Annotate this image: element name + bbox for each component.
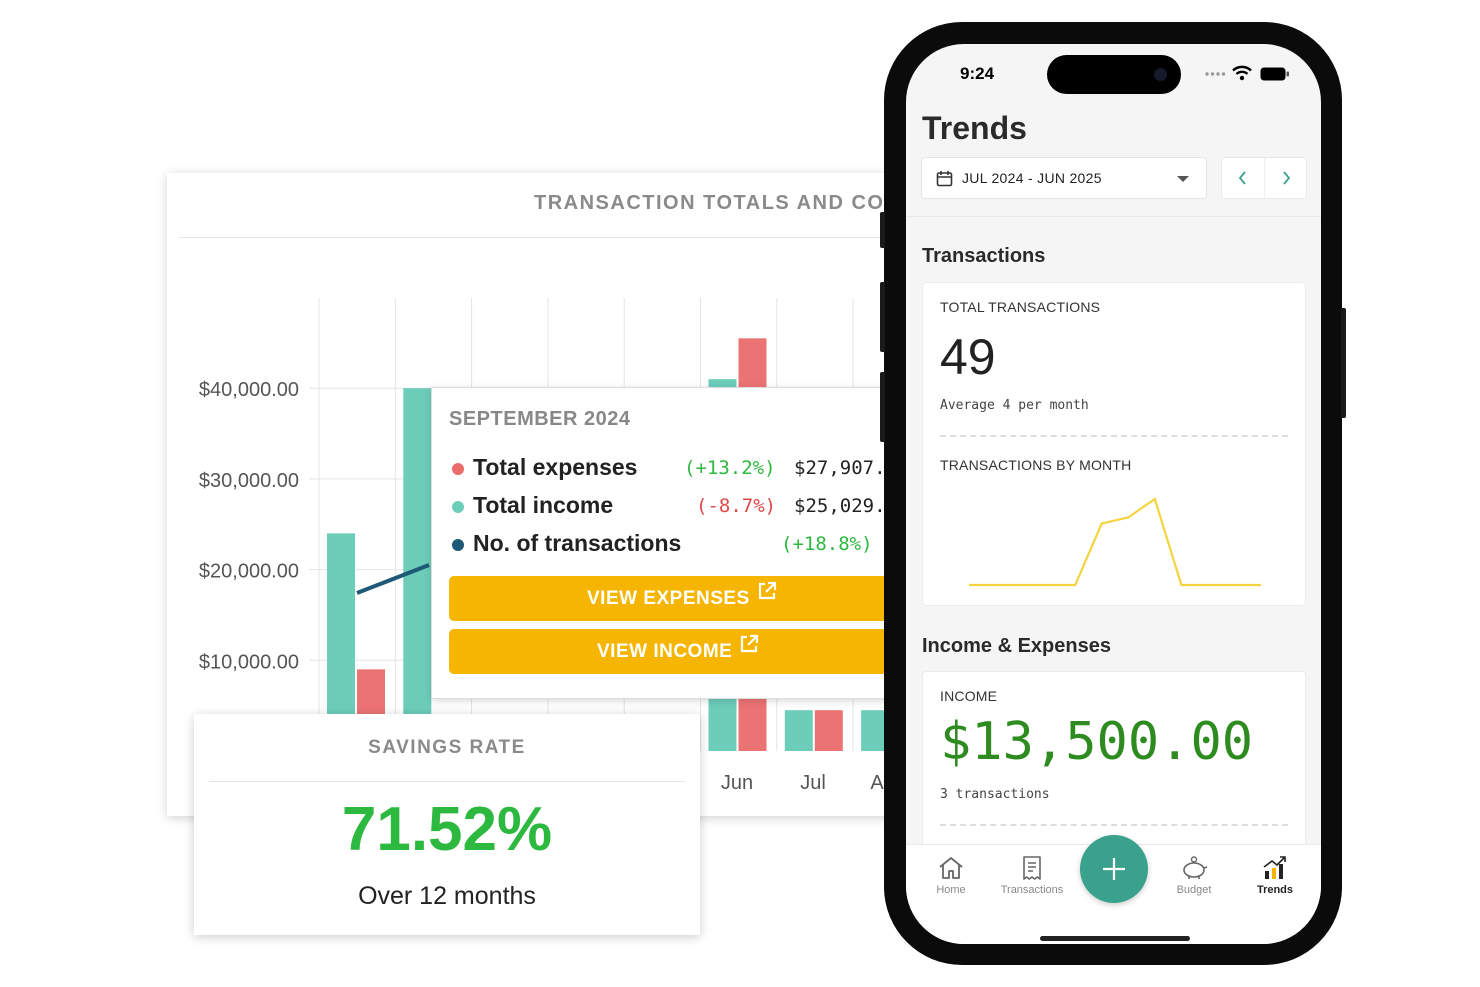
phone-screen: 9:24 Trends JUL 2024 - JUN 2025 Transact… xyxy=(906,44,1321,944)
tooltip-change: (-8.7%) xyxy=(696,495,777,517)
trends-icon xyxy=(1263,856,1286,879)
view-expenses-label: VIEW EXPENSES xyxy=(587,588,750,609)
tab-label: Trends xyxy=(1256,884,1294,896)
cellular-signal-icon xyxy=(1205,72,1226,76)
savings-divider xyxy=(209,781,685,782)
phone-volume-down xyxy=(880,372,885,442)
tooltip-value: $25,029. xyxy=(794,495,886,517)
tab-label: Home xyxy=(936,884,966,896)
header-divider xyxy=(906,216,1321,217)
tooltip-row-transactions: No. of transactions (+18.8%) xyxy=(449,530,908,560)
external-link-icon xyxy=(756,574,778,619)
home-icon xyxy=(939,857,963,879)
savings-rate-subtitle: Over 12 months xyxy=(358,882,536,910)
transactions-card: TOTAL TRANSACTIONS 49 Average 4 per mont… xyxy=(922,282,1306,606)
average-per-month: Average 4 per month xyxy=(940,398,1089,413)
tooltip-label: Total expenses xyxy=(473,454,638,480)
income-label: INCOME xyxy=(940,688,998,704)
tooltip-label: No. of transactions xyxy=(473,530,682,556)
chart-bar xyxy=(784,710,813,751)
period-navigation xyxy=(1221,157,1307,199)
total-transactions-label: TOTAL TRANSACTIONS xyxy=(940,299,1101,315)
chart-title: TRANSACTION TOTALS AND CO xyxy=(534,192,885,214)
tooltip-label: Total income xyxy=(473,492,614,518)
chart-title-divider xyxy=(179,237,907,238)
savings-rate-title: SAVINGS RATE xyxy=(368,737,526,758)
transactions-by-month-label: TRANSACTIONS BY MONTH xyxy=(940,457,1132,473)
tab-transactions[interactable]: Transactions xyxy=(992,855,1072,896)
phone-volume-up xyxy=(880,282,885,352)
tooltip-value: $27,907. xyxy=(794,457,886,479)
y-tick-label: $10,000.00 xyxy=(199,651,299,673)
savings-rate-value: 71.52% xyxy=(341,795,553,864)
previous-period-button[interactable] xyxy=(1222,158,1265,198)
transactions-legend-dot xyxy=(452,539,464,551)
y-tick-label: $30,000.00 xyxy=(199,470,299,492)
page-title: Trends xyxy=(922,110,1027,146)
tooltip-row-expenses: Total expenses (+13.2%) $27,907. xyxy=(449,454,908,484)
wifi-icon xyxy=(1232,65,1252,81)
camera-icon xyxy=(1154,68,1167,81)
expenses-legend-dot xyxy=(452,463,464,475)
external-link-icon xyxy=(738,627,760,672)
chevron-left-icon xyxy=(1238,171,1246,185)
add-transaction-button[interactable] xyxy=(1080,835,1148,903)
plus-icon xyxy=(1103,858,1125,880)
tooltip-change: (+18.8%) xyxy=(781,533,873,555)
tab-trends[interactable]: Trends xyxy=(1235,855,1315,896)
chevron-right-icon xyxy=(1283,171,1291,185)
chevron-down-icon xyxy=(1177,176,1189,182)
view-income-button[interactable]: VIEW INCOME xyxy=(449,627,908,674)
view-expenses-button[interactable]: VIEW EXPENSES xyxy=(449,574,908,621)
next-period-button[interactable] xyxy=(1265,158,1307,198)
x-tick-label: A xyxy=(870,772,884,794)
chart-tooltip: SEPTEMBER 2024 Total expenses (+13.2%) $… xyxy=(431,387,909,699)
dynamic-island xyxy=(1047,55,1181,94)
tab-home[interactable]: Home xyxy=(911,855,991,896)
y-tick-label: $20,000.00 xyxy=(199,561,299,583)
income-expenses-section-title: Income & Expenses xyxy=(922,635,1111,657)
chart-bar xyxy=(814,710,843,751)
view-income-label: VIEW INCOME xyxy=(597,641,733,662)
tab-bar: Home Transactions Budget Trends xyxy=(906,835,1321,944)
total-transactions-value: 49 xyxy=(940,329,996,385)
date-range-value: JUL 2024 - JUN 2025 xyxy=(962,170,1102,186)
status-time: 9:24 xyxy=(960,64,995,83)
phone-action-button xyxy=(880,212,885,248)
x-tick-label: Jul xyxy=(800,772,826,794)
tooltip-title: SEPTEMBER 2024 xyxy=(449,408,631,430)
tab-label: Transactions xyxy=(1000,884,1064,896)
dashed-divider xyxy=(940,435,1288,437)
tooltip-change: (+13.2%) xyxy=(684,457,776,479)
y-tick-label: $40,000.00 xyxy=(199,379,299,401)
transactions-by-month-sparkline xyxy=(969,497,1261,587)
income-transaction-count: 3 transactions xyxy=(940,787,1050,802)
piggy-bank-icon xyxy=(1183,856,1208,879)
transactions-section-title: Transactions xyxy=(922,245,1046,267)
date-range-select[interactable]: JUL 2024 - JUN 2025 xyxy=(921,157,1207,199)
dashed-divider xyxy=(940,824,1288,826)
x-tick-label: Jun xyxy=(721,772,753,794)
savings-rate-card: SAVINGS RATE 71.52% Over 12 months xyxy=(194,714,700,935)
battery-icon xyxy=(1260,67,1289,81)
receipt-icon xyxy=(1023,856,1041,880)
income-value: $13,500.00 xyxy=(940,712,1254,772)
tab-label: Budget xyxy=(1176,884,1212,896)
phone-side-button xyxy=(1341,308,1346,418)
income-legend-dot xyxy=(452,501,464,513)
tab-budget[interactable]: Budget xyxy=(1154,855,1234,896)
tooltip-row-income: Total income (-8.7%) $25,029. xyxy=(449,492,908,522)
home-indicator xyxy=(1040,936,1190,941)
calendar-icon xyxy=(936,171,953,187)
sparkline-line xyxy=(969,497,1261,587)
